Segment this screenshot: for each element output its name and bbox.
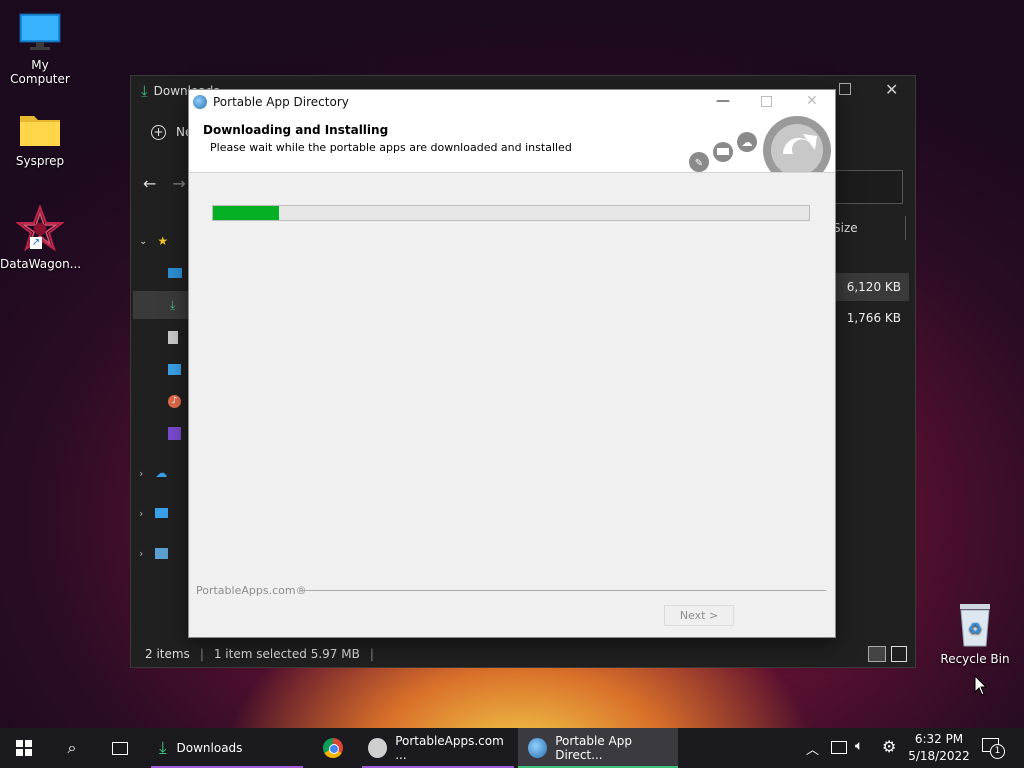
desktop-icon-recycle-bin[interactable]: ♻ Recycle Bin [935,602,1015,666]
installer-dialog[interactable]: Portable App Directory — ✕ Downloading a… [188,89,836,638]
desktop-icon-label: Sysprep [15,154,65,168]
next-button[interactable]: Next > [664,605,734,626]
plus-icon: + [151,124,166,140]
network-icon [155,547,169,559]
pictures-icon [168,363,181,375]
details-view-icon[interactable] [868,646,886,662]
installer-subheading: Please wait while the portable apps are … [210,141,572,154]
file-size-cell: 1,766 KB [846,311,901,325]
chrome-icon [323,738,343,758]
desktop-icon-label: Recycle Bin [940,652,1010,666]
close-button[interactable]: ✕ [806,93,818,109]
branding-label: PortableApps.com® [196,584,307,597]
download-icon: ⤓ [141,82,148,100]
clock-time: 6:32 PM [914,732,964,746]
globe-icon [193,95,207,109]
gear-icon[interactable]: ⚙ [882,737,896,756]
installer-heading: Downloading and Installing [203,123,389,137]
task-view-button[interactable] [96,728,144,768]
chevron-down-icon: ⌄ [139,235,148,247]
shortcut-arrow-icon: ↗ [30,237,42,249]
download-icon: ⤓ [170,297,176,312]
desktop-folder-icon [168,268,182,278]
svg-text:☁: ☁ [742,136,753,149]
taskbar-app-label: Downloads [176,741,243,755]
download-icon: ⤓ [159,738,167,758]
search-box[interactable] [831,170,903,204]
svg-text:♻: ♻ [968,619,982,638]
music-icon: ♪ [168,394,181,408]
desktop-icon-label: DataWagon... [0,257,82,271]
installer-header: Downloading and Installing Please wait w… [189,114,835,173]
minimize-button[interactable]: — [716,93,730,109]
volume-icon[interactable]: 🔈︎ [855,738,863,754]
branding-divider [299,590,826,591]
close-icon[interactable]: ✕ [885,80,898,99]
tiles-view-icon[interactable] [891,646,907,662]
download-progress-bar [212,205,810,221]
installer-titlebar[interactable]: Portable App Directory — ✕ [189,90,835,114]
taskbar-app-label: Portable App Direct... [555,734,632,762]
file-size-cell: 6,120 KB [846,280,901,294]
desktop-icon-datawagon[interactable]: ↗ DataWagon... [0,204,82,271]
installer-title: Portable App Directory [213,95,349,109]
maximize-icon[interactable] [839,83,851,95]
folder-icon [18,110,62,150]
clock-date: 5/18/2022 [908,749,970,763]
search-icon: ⌕ [67,738,77,757]
taskbar-app-label: PortableApps.com ... [395,734,504,762]
document-icon [168,330,178,344]
recycle-bin-icon: ♻ [955,602,995,648]
windows-logo-icon [16,740,32,756]
taskbar-app-chrome[interactable] [309,728,357,768]
desktop-icon-label: My Computer [10,58,70,86]
chevron-right-icon: › [139,466,144,480]
progress-fill [213,206,279,220]
status-items: 2 items [145,647,190,661]
desktop-icon-sysprep[interactable]: Sysprep [0,110,80,168]
status-divider: | [369,647,374,661]
star-icon: ★ [157,234,169,248]
chevron-right-icon: › [139,546,144,560]
taskbar-app-portable-app-directory[interactable]: Portable App Direct... [518,728,678,768]
column-divider[interactable] [905,216,906,240]
taskbar-app-downloads[interactable]: ⤓ Downloads [151,728,303,768]
portableapps-header-graphic: ☁ ✎ [689,116,831,172]
taskbar: ⌕ ⤓ Downloads PortableApps.com ... Porta… [0,728,1024,768]
desktop-icon-my-computer[interactable]: My Computer [0,10,80,86]
notification-center-button[interactable]: 1 [982,738,1005,759]
notification-badge: 1 [990,744,1005,759]
back-arrow-icon[interactable]: ← [143,174,156,193]
globe-icon [528,738,548,758]
svg-text:✎: ✎ [695,158,703,169]
status-divider: | [199,647,204,661]
taskbar-app-portableapps[interactable]: PortableApps.com ... [362,728,514,768]
network-icon[interactable] [831,741,847,754]
status-selected: 1 item selected 5.97 MB [213,647,360,661]
chevron-right-icon: › [139,506,144,520]
monitor-icon [18,10,62,54]
clock[interactable]: 6:32 PM 5/18/2022 [906,731,972,765]
mouse-cursor-icon [974,675,988,696]
videos-icon [168,426,181,440]
column-header-size[interactable]: Size [833,221,858,235]
explorer-status-bar: 2 items | 1 item selected 5.97 MB | [131,641,915,667]
datawagon-logo-icon: ↗ [15,204,65,253]
monitor-icon [155,508,169,518]
cloud-icon: ☁ [155,466,168,480]
task-view-icon [112,741,128,755]
maximize-button[interactable] [761,96,772,107]
start-button[interactable] [0,728,48,768]
forward-arrow-icon[interactable]: → [172,174,185,193]
chevron-up-icon[interactable]: ︿ [806,739,819,758]
portableapps-icon [368,738,388,758]
search-button[interactable]: ⌕ [48,728,96,768]
